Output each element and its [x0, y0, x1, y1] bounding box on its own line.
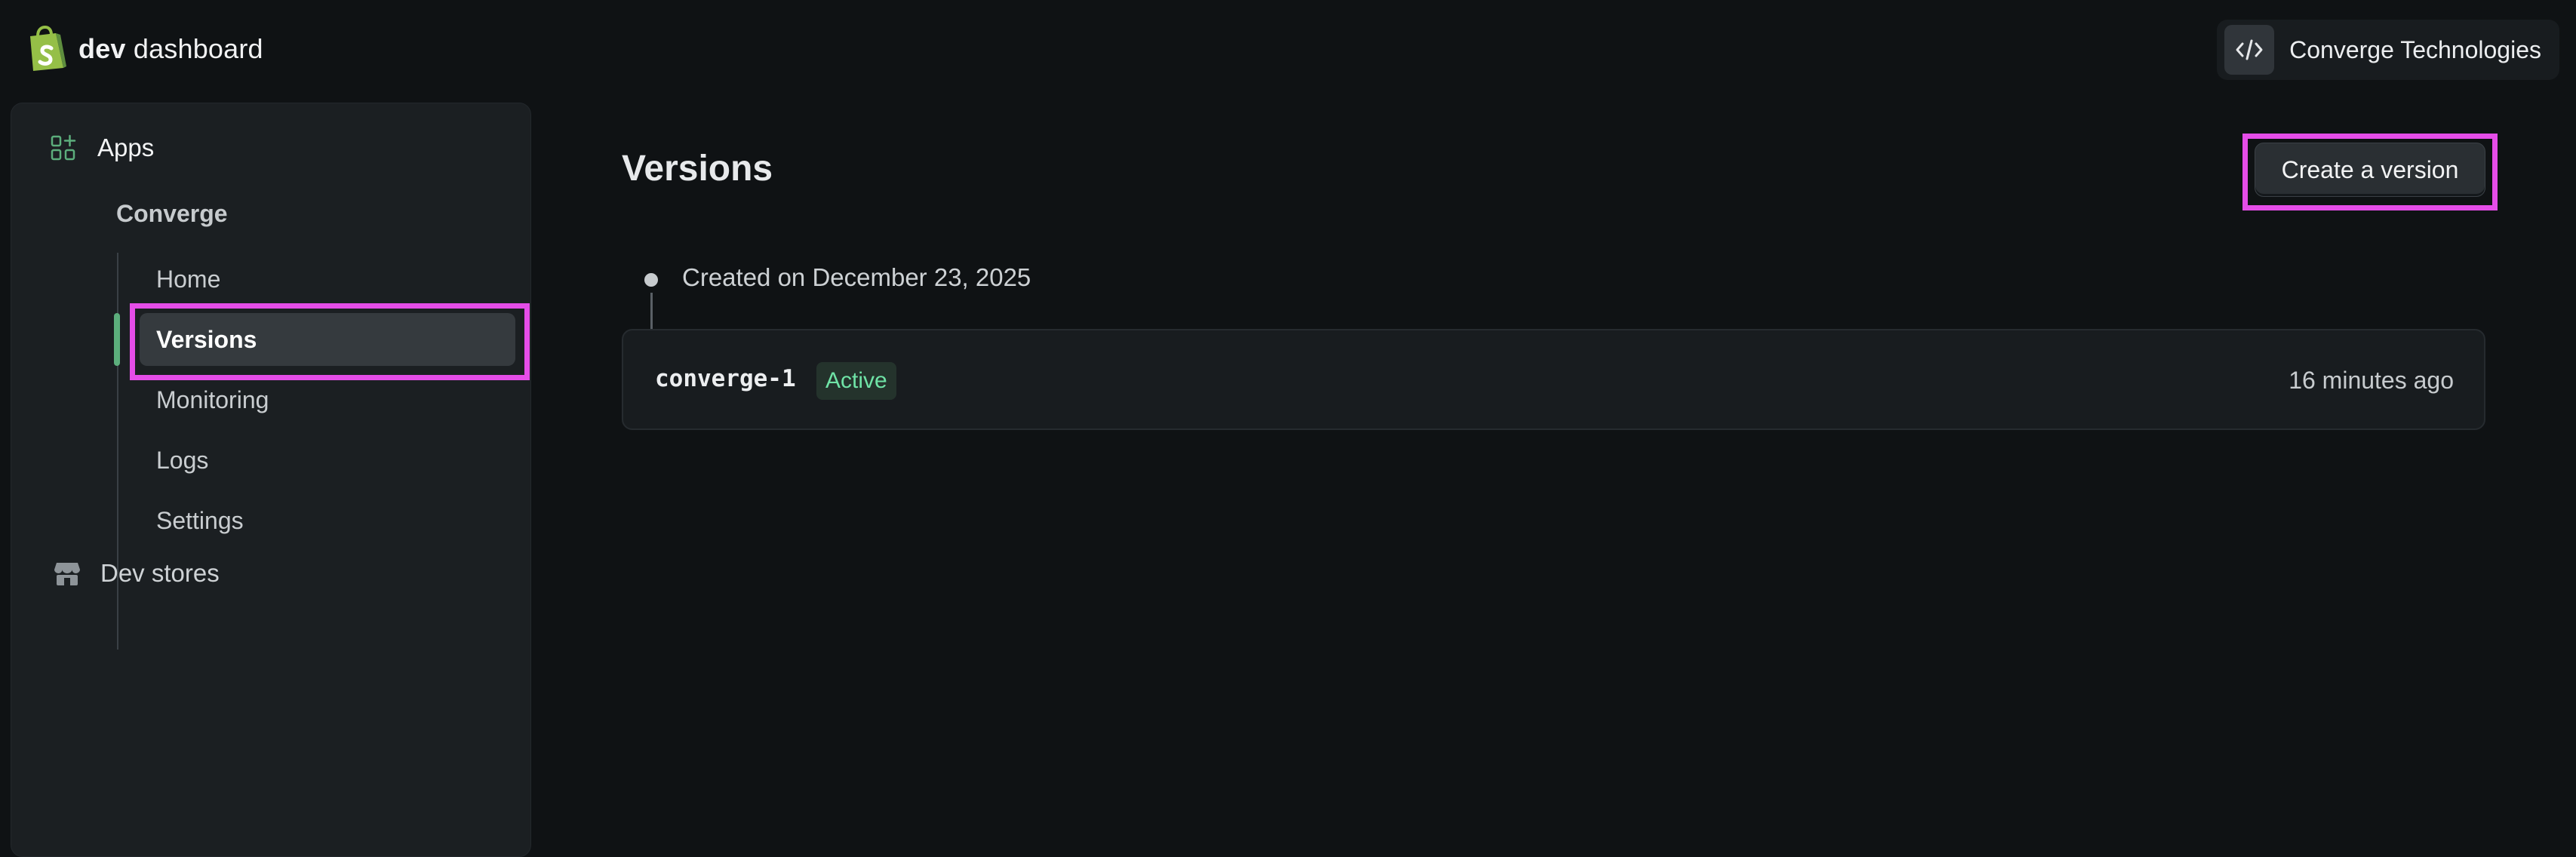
apps-grid-icon — [51, 134, 76, 161]
sidebar-item-home[interactable]: Home — [140, 253, 515, 306]
sidebar-item-logs[interactable]: Logs — [140, 434, 515, 487]
shopify-bag-icon — [30, 26, 66, 71]
timeline-connector — [650, 293, 653, 330]
timeline-dot — [644, 273, 658, 287]
version-time: 16 minutes ago — [2289, 367, 2454, 394]
create-version-button[interactable]: Create a version — [2255, 143, 2485, 197]
org-name: Converge Technologies — [2289, 35, 2541, 63]
version-card[interactable]: converge-1 Active 16 minutes ago — [622, 329, 2485, 430]
sidebar-item-versions[interactable]: Versions — [140, 313, 515, 366]
page-title: Versions — [622, 149, 773, 189]
subnav-track — [117, 253, 118, 650]
version-name: converge-1 — [655, 365, 796, 392]
code-icon — [2224, 25, 2275, 75]
brand-name: dev dashboard — [78, 33, 263, 64]
sidebar-item-settings[interactable]: Settings — [140, 494, 515, 547]
status-badge: Active — [816, 362, 896, 400]
sidebar-item-apps[interactable]: Apps — [51, 134, 154, 162]
sidebar-item-monitoring[interactable]: Monitoring — [140, 373, 515, 426]
sidebar: Apps Converge Home Versions Monitoring L… — [11, 103, 531, 857]
sidebar-item-label: Dev stores — [100, 559, 220, 587]
brand[interactable]: dev dashboard — [26, 26, 263, 72]
store-icon — [54, 563, 80, 585]
sidebar-item-dev-stores[interactable]: Dev stores — [54, 559, 220, 588]
app-name-heading[interactable]: Converge — [116, 200, 228, 228]
timeline-date: Created on December 23, 2025 — [682, 263, 1031, 291]
active-indicator — [114, 313, 120, 366]
org-switcher[interactable]: Converge Technologies — [2217, 20, 2559, 80]
sidebar-item-label: Apps — [97, 134, 155, 161]
top-bar: dev dashboard Converge Technologies — [0, 0, 2576, 98]
